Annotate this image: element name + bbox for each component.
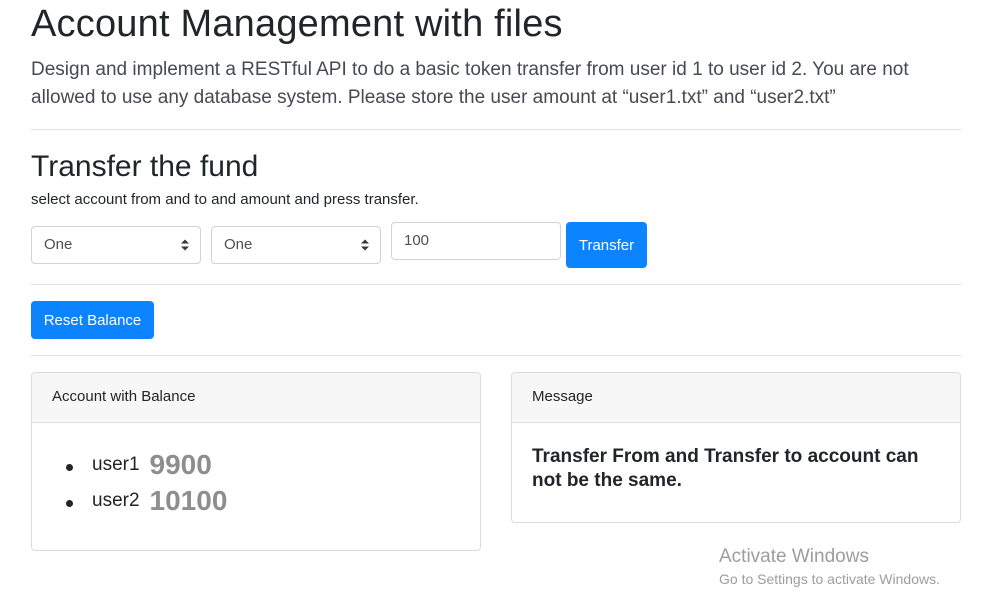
divider xyxy=(31,284,961,285)
to-account-value: One xyxy=(224,236,253,253)
bullet-dot-icon xyxy=(66,500,73,507)
balance-card-header: Account with Balance xyxy=(32,373,480,423)
message-card-header: Message xyxy=(512,373,960,423)
balance-card: Account with Balance user1 9900 user2 10… xyxy=(31,372,481,551)
transfer-button[interactable]: Transfer xyxy=(566,222,647,268)
message-text: Transfer From and Transfer to account ca… xyxy=(532,446,919,491)
account-amount: 9900 xyxy=(149,449,212,480)
transfer-heading: Transfer the fund xyxy=(31,150,259,183)
transfer-instructions: select account from and to and amount an… xyxy=(31,191,419,208)
amount-input[interactable]: 100 xyxy=(391,222,561,260)
page-title: Account Management with files xyxy=(31,3,563,45)
main-container: Account Management with files Design and… xyxy=(31,0,961,551)
page-description: Design and implement a RESTful API to do… xyxy=(31,59,909,108)
activate-windows-subtitle: Go to Settings to activate Windows. xyxy=(719,571,940,587)
divider xyxy=(31,129,961,130)
message-card: Message Transfer From and Transfer to ac… xyxy=(511,372,961,523)
balance-list: user1 9900 user2 10100 xyxy=(32,423,480,519)
activate-windows-title: Activate Windows xyxy=(719,546,869,567)
list-item: user1 9900 xyxy=(66,447,480,483)
bullet-dot-icon xyxy=(66,464,73,471)
reset-balance-button[interactable]: Reset Balance xyxy=(31,301,154,339)
select-caret-icon xyxy=(181,239,189,251)
account-amount: 10100 xyxy=(149,485,228,516)
list-item: user2 10100 xyxy=(66,483,480,519)
account-name: user2 xyxy=(92,490,140,511)
to-account-select[interactable]: One xyxy=(211,226,381,264)
transfer-form: One One 100 Transfer xyxy=(31,222,961,268)
select-caret-icon xyxy=(361,239,369,251)
account-name: user1 xyxy=(92,454,140,475)
divider xyxy=(31,355,961,356)
from-account-select[interactable]: One xyxy=(31,226,201,264)
from-account-value: One xyxy=(44,236,73,253)
cards-row: Account with Balance user1 9900 user2 10… xyxy=(31,372,961,551)
activate-windows-watermark: Activate Windows Go to Settings to activ… xyxy=(719,545,940,589)
